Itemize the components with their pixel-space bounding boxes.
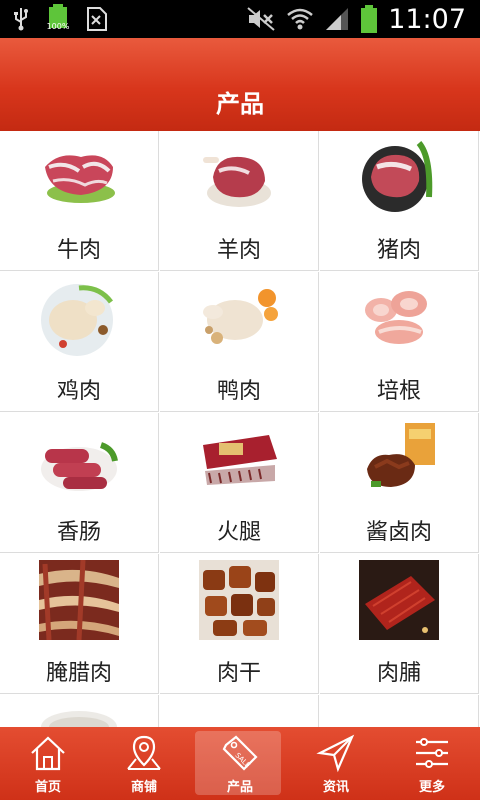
product-label: 香肠 bbox=[56, 520, 101, 545]
clock-time: 11:07 bbox=[388, 3, 466, 35]
product-grid: 牛肉 羊肉 猪肉 鸡肉 鸭肉 培根 香肠 火腿 酱卤肉 腌腊肉 肉干 肉脯 bbox=[0, 131, 480, 727]
nav-shops[interactable]: 商铺 bbox=[96, 727, 192, 800]
page-header: 产品 bbox=[0, 38, 480, 131]
product-item-chicken[interactable]: 鸡肉 bbox=[0, 272, 159, 412]
product-label: 火腿 bbox=[216, 520, 261, 545]
product-item-sausage[interactable]: 香肠 bbox=[0, 413, 159, 553]
product-item-ham[interactable]: 火腿 bbox=[160, 413, 319, 553]
product-item-pork[interactable]: 猪肉 bbox=[320, 131, 479, 271]
product-item-partial[interactable] bbox=[0, 695, 159, 727]
sale-tag-icon: SALE bbox=[222, 735, 258, 771]
duck-image bbox=[203, 289, 278, 344]
nav-label: 首页 bbox=[34, 780, 61, 795]
product-item-cured-meat[interactable]: 腌腊肉 bbox=[0, 554, 159, 694]
product-label: 腌腊肉 bbox=[45, 661, 112, 686]
lamb-image bbox=[203, 156, 271, 207]
product-label: 培根 bbox=[376, 379, 421, 404]
bottom-navigation: 首页 商铺 SALE 产品 资讯 更多 bbox=[0, 727, 480, 800]
bacon-image bbox=[365, 291, 427, 344]
product-label: 牛肉 bbox=[56, 238, 101, 263]
nav-label: 资讯 bbox=[322, 780, 349, 795]
product-item-empty bbox=[160, 695, 319, 727]
usb-icon bbox=[14, 8, 28, 31]
product-item-braised-meat[interactable]: 酱卤肉 bbox=[320, 413, 479, 553]
jerky-image bbox=[199, 560, 279, 640]
partial-item-image bbox=[41, 711, 117, 727]
mute-icon bbox=[247, 7, 275, 31]
nav-more[interactable]: 更多 bbox=[384, 727, 480, 800]
page-title: 产品 bbox=[216, 90, 264, 118]
battery-percent-text: 100% bbox=[46, 22, 70, 31]
nav-home[interactable]: 首页 bbox=[0, 727, 96, 800]
product-item-bacon[interactable]: 培根 bbox=[320, 272, 479, 412]
ham-image bbox=[203, 435, 277, 485]
nav-label: 更多 bbox=[418, 780, 445, 795]
nav-label: 商铺 bbox=[130, 780, 157, 795]
meat-slice-image bbox=[359, 560, 439, 640]
chicken-image bbox=[41, 284, 113, 356]
product-item-jerky[interactable]: 肉干 bbox=[160, 554, 319, 694]
product-item-meat-slice[interactable]: 肉脯 bbox=[320, 554, 479, 694]
nav-products[interactable]: SALE 产品 bbox=[192, 727, 288, 800]
signal-icon bbox=[326, 8, 349, 30]
wifi-icon bbox=[287, 8, 313, 30]
product-label: 酱卤肉 bbox=[365, 520, 432, 545]
product-label: 鸭肉 bbox=[216, 379, 261, 404]
nav-news[interactable]: 资讯 bbox=[288, 727, 384, 800]
beef-image bbox=[45, 155, 115, 203]
cured-meat-image bbox=[39, 560, 119, 640]
sausage-image bbox=[41, 442, 118, 491]
product-label: 肉干 bbox=[216, 661, 261, 686]
product-item-duck[interactable]: 鸭肉 bbox=[160, 272, 319, 412]
product-item-empty bbox=[320, 695, 479, 727]
battery-full-icon bbox=[361, 5, 378, 33]
home-icon bbox=[31, 736, 65, 771]
nav-label: 产品 bbox=[226, 780, 253, 795]
battery-icon: 100% bbox=[44, 4, 72, 34]
product-label: 羊肉 bbox=[216, 238, 261, 263]
product-item-lamb[interactable]: 羊肉 bbox=[160, 131, 319, 271]
sim-icon bbox=[87, 7, 107, 31]
product-label: 猪肉 bbox=[376, 238, 421, 263]
map-pin-icon bbox=[127, 735, 161, 770]
send-icon bbox=[316, 734, 355, 773]
braised-meat-image bbox=[367, 423, 435, 487]
sliders-icon bbox=[416, 738, 448, 768]
status-bar: 100% 11:07 bbox=[0, 0, 480, 38]
product-label: 肉脯 bbox=[376, 661, 421, 686]
product-item-beef[interactable]: 牛肉 bbox=[0, 131, 159, 271]
product-label: 鸡肉 bbox=[56, 379, 101, 404]
pork-image bbox=[362, 141, 433, 212]
